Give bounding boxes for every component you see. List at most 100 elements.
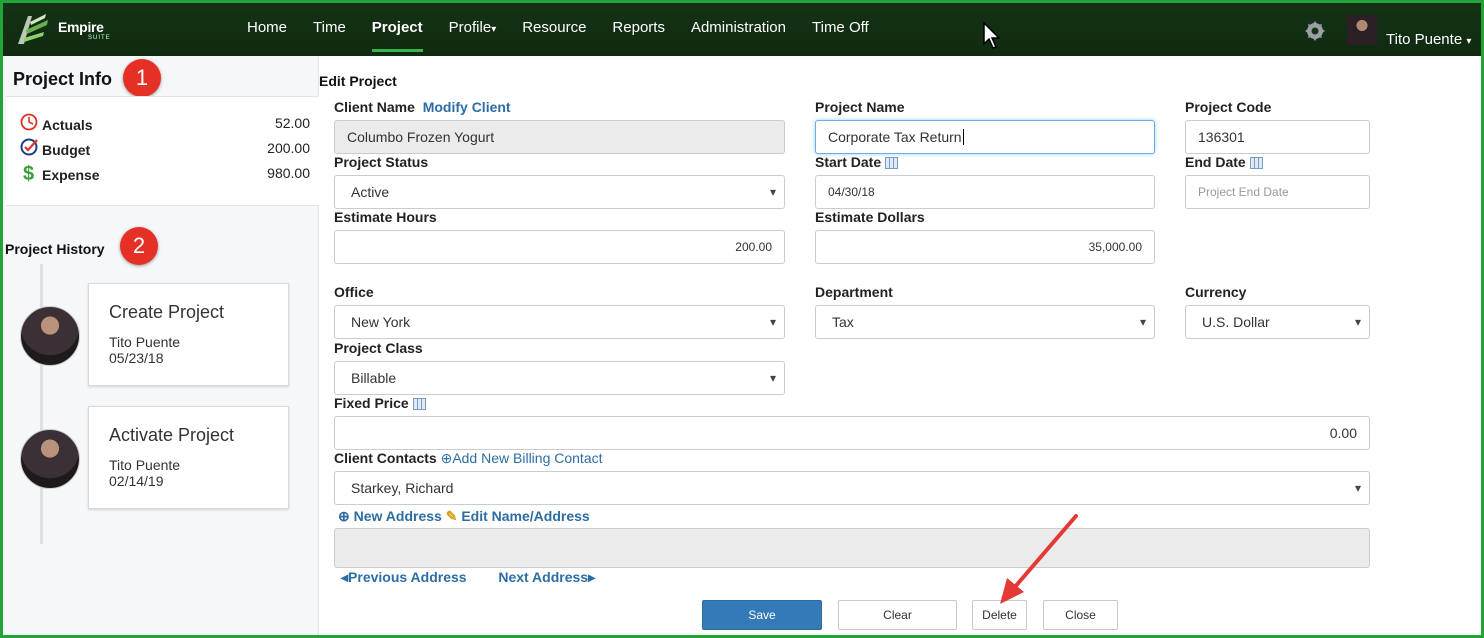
chevron-down-icon: ▾ [1466,36,1472,47]
project-status-select[interactable]: Active [334,175,785,209]
project-class-select[interactable]: Billable [334,361,785,395]
nav-resource[interactable]: Resource [509,0,599,56]
previous-address-link[interactable]: ◂Previous Address [341,569,467,585]
nav-profile[interactable]: Profile▾ [436,0,510,56]
calendar-icon[interactable] [1249,157,1263,170]
history-title: Activate Project [109,425,235,445]
client-contacts-label: Client Contacts ⊕Add New Billing Contact [334,450,603,467]
project-code-input[interactable]: 136301 [1185,120,1370,154]
project-name-input[interactable]: Corporate Tax Return [815,120,1155,154]
user-name-label: Tito Puente [1386,31,1463,48]
start-date-input[interactable]: 04/30/18 [815,175,1155,209]
calendar-icon[interactable] [885,157,899,170]
office-select[interactable]: New York [334,305,785,339]
sidebar: Project Info 1 Actuals 52.00 Budget 200.… [3,56,319,635]
top-navbar: Empire SUITE Home Time Project Profile▾ … [0,0,1484,56]
start-date-label: Start Date [815,154,899,170]
department-select[interactable]: Tax [815,305,1155,339]
client-contact-select[interactable]: Starkey, Richard [334,471,1370,505]
start-date-value: 04/30/18 [828,185,875,199]
close-button[interactable]: Close [1043,600,1118,630]
estimate-hours-input[interactable]: 200.00 [334,230,785,264]
modify-client-link[interactable]: Modify Client [423,99,511,115]
edit-name-address-link[interactable]: Edit Name/Address [461,508,589,524]
client-name-label: Client Name Modify Client [334,99,511,115]
client-name-label-text: Client Name [334,99,415,115]
nav-time-off[interactable]: Time Off [799,0,882,56]
history-card: Activate Project Tito Puente 02/14/19 [88,406,289,509]
history-date: 05/23/18 [109,350,164,366]
expense-value: 980.00 [267,165,310,181]
address-nav: ◂Previous Address Next Address▸ [341,569,595,586]
department-label: Department [815,284,893,300]
add-contact-label: Add New Billing Contact [452,450,603,466]
nav-time-off-label: Time Off [812,19,869,36]
info-row-expense: $ Expense 980.00 [20,163,310,185]
new-address-label: New Address [353,508,442,524]
client-contacts-label-text: Client Contacts [334,450,437,466]
end-date-label: End Date [1185,154,1263,170]
user-menu[interactable]: Tito Puente ▾ [1386,31,1471,48]
currency-value: U.S. Dollar [1202,314,1270,330]
svg-text:$: $ [23,163,34,183]
gear-icon[interactable] [1304,20,1326,42]
add-contact-link[interactable]: ⊕Add New Billing Contact [441,450,603,466]
fixed-price-value: 0.00 [1329,425,1357,441]
previous-address-label: Previous Address [348,569,467,585]
estimate-dollars-input[interactable]: 35,000.00 [815,230,1155,264]
fixed-price-label-text: Fixed Price [334,395,409,411]
brand-name: Empire [58,19,104,35]
step-badge-1: 1 [123,59,161,97]
delete-button[interactable]: Delete [972,600,1027,630]
nav-resource-label: Resource [522,19,587,36]
fixed-price-label: Fixed Price [334,395,426,411]
actuals-value: 52.00 [274,115,310,131]
nav-time[interactable]: Time [300,0,359,56]
expense-label: Expense [42,167,100,183]
nav-profile-label: Profile [448,19,492,36]
new-address-link[interactable]: ⊕ New Address [338,508,442,524]
nav-administration[interactable]: Administration [678,0,799,56]
form-title: Edit Project [319,73,397,89]
office-label: Office [334,284,374,300]
office-value: New York [351,314,411,330]
address-textarea[interactable] [334,528,1370,568]
nav-home-label: Home [247,19,288,36]
project-info-title: Project Info [13,69,113,89]
department-value: Tax [832,314,854,330]
history-card: Create Project Tito Puente 05/23/18 [88,283,289,386]
history-date: 02/14/19 [109,473,164,489]
client-name-field[interactable]: Columbo Frozen Yogurt [334,120,785,154]
nav-reports-label: Reports [612,19,665,36]
empire-logo[interactable]: Empire SUITE [12,10,122,50]
chevron-left-icon: ◂ [341,569,349,585]
currency-select[interactable]: U.S. Dollar [1185,305,1370,339]
estimate-dollars-label: Estimate Dollars [815,209,925,225]
nav-administration-label: Administration [690,19,786,36]
project-status-label: Project Status [334,154,429,170]
clear-button[interactable]: Clear [838,600,957,630]
history-user: Tito Puente [109,334,181,350]
start-date-label-text: Start Date [815,154,882,170]
nav-reports[interactable]: Reports [599,0,678,56]
dollar-icon: $ [23,163,34,183]
budget-value: 200.00 [267,140,310,156]
history-title: Create Project [109,302,225,322]
end-date-placeholder: Project End Date [1198,185,1289,199]
nav-home[interactable]: Home [234,0,300,56]
end-date-input[interactable]: Project End Date [1185,175,1370,209]
info-row-budget: Budget 200.00 [20,138,310,160]
history-avatar [20,306,80,366]
nav-project[interactable]: Project [359,0,436,56]
next-address-label: Next Address [498,569,589,585]
calculator-icon[interactable] [412,398,426,411]
save-button[interactable]: Save [702,600,822,630]
fixed-price-input[interactable]: 0.00 [334,416,1370,450]
project-code-value: 136301 [1198,129,1245,145]
next-address-link[interactable]: Next Address▸ [498,569,595,585]
project-info-panel: Actuals 52.00 Budget 200.00 $ Expense 98… [6,96,319,206]
empire-logo-icon [18,14,48,44]
project-history-title: Project History [5,241,105,257]
project-status-value: Active [351,184,390,200]
user-avatar[interactable] [1347,15,1377,45]
